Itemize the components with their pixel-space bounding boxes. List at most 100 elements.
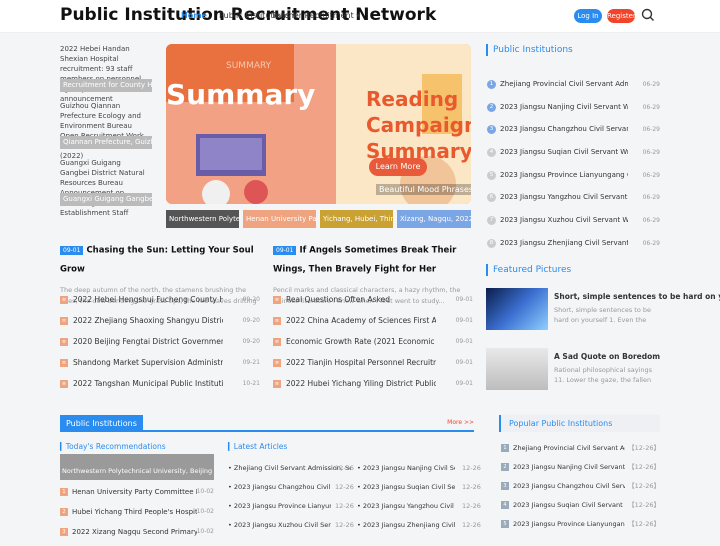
latest-item-date: 12-26 xyxy=(462,502,481,510)
thumbnail-card[interactable]: 2022 Hebei Handan Shexian Hospital recru… xyxy=(60,44,152,103)
picture-card[interactable]: A Sad Quote on Boredom Rational philosop… xyxy=(486,348,660,408)
banner-tab[interactable]: Xizang, Nagqu, 2022 xyxy=(397,210,471,228)
list-item[interactable]: ≡ Economic Growth Rate (2021 Economic Gro… xyxy=(273,335,473,356)
list-item[interactable]: ≡ Shandong Market Supervision Administrat… xyxy=(60,356,260,377)
list-item[interactable]: ≡ 2022 China Academy of Sciences First Af… xyxy=(273,314,473,335)
rank-badge: 2 xyxy=(501,463,509,471)
list-item-title: 2022 Hebei Hengshui Fucheng County Hospi… xyxy=(73,295,223,304)
banner-slogan: Beautiful Mood Phrases, Suitable for Pos… xyxy=(376,184,471,195)
hot-item-date: 【12-26】 xyxy=(628,463,660,471)
hot-item[interactable]: 4 2023 Jiangsu Suqian Civil Servant Exam … xyxy=(499,499,660,519)
list-item[interactable]: ≡ 2022 Hubei Yichang Yiling District Publ… xyxy=(273,377,473,398)
banner-tab[interactable]: Yichang, Hubei, Third People's xyxy=(320,210,393,228)
picture-thumbnail xyxy=(486,348,548,390)
featured-pictures-title: Featured Pictures xyxy=(486,264,660,276)
list-item-title: 2022 Tangshan Municipal Public Instituti… xyxy=(73,379,223,388)
list-item-date: 09-20 xyxy=(242,338,260,345)
article-icon: ≡ xyxy=(60,359,68,367)
sidebar-item-title: 2023 Jiangsu Zhenjiang Civil Servant Wri… xyxy=(500,238,628,247)
list-item[interactable]: 1 Henan University Party Committee Propag… xyxy=(60,486,214,506)
article-title[interactable]: Chasing the Sun: Letting Your Soul Grow xyxy=(60,246,254,275)
more-link[interactable]: More >> xyxy=(447,419,474,426)
hot-item-title: Zhejiang Provincial Civil Servant Admiss… xyxy=(513,444,625,452)
list-item-date: 09-01 xyxy=(455,359,473,366)
list-item-date: 09-01 xyxy=(455,338,473,345)
sidebar-item[interactable]: 2 2023 Jiangsu Nanjing Civil Servant Writ… xyxy=(486,99,660,122)
latest-item-title: 2023 Jiangsu Province Lianyungang Civil … xyxy=(233,502,331,510)
sidebar-item[interactable]: 8 2023 Jiangsu Zhenjiang Civil Servant Wr… xyxy=(486,235,660,258)
thumbnail-caption: Qiannan Prefecture, Guizhou, 2022 xyxy=(60,136,152,149)
register-button[interactable]: Register xyxy=(607,9,636,23)
hot-item-date: 【12-26】 xyxy=(628,501,660,509)
list-item[interactable]: ≡ 2022 Tangshan Municipal Public Institut… xyxy=(60,377,260,398)
latest-item[interactable]: • 2023 Jiangsu Xuzhou Civil Servant Exam… xyxy=(228,519,331,531)
sidebar-item[interactable]: 4 2023 Jiangsu Suqian Civil Servant Writt… xyxy=(486,144,660,167)
hot-item-title: 2023 Jiangsu Changzhou Civil Servant Exa… xyxy=(513,482,625,490)
rank-badge: 1 xyxy=(487,80,496,89)
rank-badge: 3 xyxy=(501,482,509,490)
list-item-title: 2022 Tianjin Hospital Personnel Recruitm… xyxy=(286,358,436,367)
latest-item[interactable]: • 2023 Jiangsu Nanjing Civil Servant Exa… xyxy=(357,462,455,474)
banner-learn-more-button[interactable]: Learn More xyxy=(369,158,427,176)
list-item-title: 2022 Zhejiang Shaoxing Shangyu District … xyxy=(73,316,223,325)
latest-item[interactable]: • 2023 Jiangsu Suqian Civil Servant Exam… xyxy=(357,481,455,493)
login-button[interactable]: Log In xyxy=(574,9,602,23)
picture-desc: Rational philosophical sayings 11. Lower… xyxy=(554,366,652,384)
section-title: Public Institutions xyxy=(60,415,143,432)
sidebar-item[interactable]: 7 2023 Jiangsu Xuzhou Civil Servant Writt… xyxy=(486,212,660,235)
banner-tab[interactable]: Henan University Party Committee Propaga… xyxy=(243,210,316,228)
rank-badge: 6 xyxy=(487,193,496,203)
article-list-right: ≡ Real Questions Often Asked 09-01 ≡ 2022 C… xyxy=(273,293,473,398)
list-item-title: Real Questions Often Asked xyxy=(286,295,390,304)
article-icon: ≡ xyxy=(60,296,68,304)
hot-item[interactable]: 2 2023 Jiangsu Nanjing Civil Servant Exam… xyxy=(499,461,660,481)
picture-card[interactable]: Short, simple sentences to be hard on yo… xyxy=(486,288,720,348)
latest-item[interactable]: • 2023 Jiangsu Changzhou Civil Servant E… xyxy=(228,481,331,493)
sidebar-item[interactable]: 5 2023 Jiangsu Province Lianyungang Civil… xyxy=(486,167,660,190)
sidebar-public-institutions: Public Institutions 1 Zhejiang Provincial… xyxy=(486,44,660,258)
latest-item[interactable]: • 2023 Jiangsu Province Lianyungang Civi… xyxy=(228,500,331,512)
list-item-title: 2020 Beijing Fengtai District Government… xyxy=(73,337,223,346)
hot-item[interactable]: 3 2023 Jiangsu Changzhou Civil Servant Ex… xyxy=(499,480,660,500)
nav-teacher-recruitment[interactable]: Teacher Recruitment ▾ xyxy=(271,11,360,20)
latest-item[interactable]: • Zhejiang Civil Servant Admission, Sele… xyxy=(228,462,351,474)
article-title[interactable]: If Angels Sometimes Break Their Wings, T… xyxy=(273,246,456,275)
latest-item[interactable]: • 2023 Jiangsu Zhenjiang Civil Servant E… xyxy=(357,519,455,531)
sidebar-item-title: 2023 Jiangsu Xuzhou Civil Servant Writte… xyxy=(500,216,628,225)
latest-item-date: 12-26 xyxy=(462,483,481,491)
sidebar-item[interactable]: 6 2023 Jiangsu Yangzhou Civil Servant Wri… xyxy=(486,189,660,212)
list-item[interactable]: ≡ 2020 Beijing Fengtai District Governmen… xyxy=(60,335,260,356)
list-item[interactable]: 2 Hubei Yichang Third People's Hospital R… xyxy=(60,506,214,526)
left-thumbnail-list: 2022 Hebei Handan Shexian Hospital recru… xyxy=(60,44,160,217)
list-item-date: 09-20 xyxy=(242,317,260,324)
hot-item[interactable]: 5 2023 Jiangsu Province Lianyungang Civil… xyxy=(499,518,660,538)
rank-badge: 7 xyxy=(487,216,496,226)
today-thumbnail[interactable]: Northwestern Polytechnical University, B… xyxy=(60,454,214,480)
latest-item[interactable]: • 2023 Jiangsu Yangzhou Civil Servant Ex… xyxy=(357,500,455,512)
hero-banner[interactable]: SUMMARY Summary Reading Campaign Summary… xyxy=(166,44,471,204)
list-item-title: Shandong Market Supervision Administrati… xyxy=(73,358,223,367)
list-item[interactable]: ≡ 2022 Zhejiang Shaoxing Shangyu District… xyxy=(60,314,260,335)
article-list-left: ≡ 2022 Hebei Hengshui Fucheng County Hosp… xyxy=(60,293,260,398)
sidebar-item[interactable]: 1 Zhejiang Provincial Civil Servant Admis… xyxy=(486,76,660,99)
article-icon: ≡ xyxy=(60,380,68,388)
list-item[interactable]: ≡ 2022 Tianjin Hospital Personnel Recruit… xyxy=(273,356,473,377)
list-item[interactable]: ≡ 2022 Hebei Hengshui Fucheng County Hosp… xyxy=(60,293,260,314)
thumbnail-card[interactable]: Guizhou Qiannan Prefecture Ecology and E… xyxy=(60,101,152,160)
rank-badge: 2 xyxy=(487,102,496,112)
list-item[interactable]: 3 2022 Xizang Nagqu Second Primary School… xyxy=(60,526,214,546)
banner-tab[interactable]: Northwestern Polytechnical University, B… xyxy=(166,210,239,228)
list-item-date: 09-21 xyxy=(242,359,260,366)
hot-item[interactable]: 1 Zhejiang Provincial Civil Servant Admis… xyxy=(499,442,660,462)
nav-home[interactable]: Home xyxy=(181,11,207,20)
sidebar-item-title: 2023 Jiangsu Province Lianyungang Civil … xyxy=(500,170,628,179)
sidebar-item-date: 06-29 xyxy=(642,194,660,202)
rank-badge: 1 xyxy=(60,488,68,496)
picture-desc: Short, simple sentences to be hard on yo… xyxy=(554,306,652,324)
search-icon[interactable] xyxy=(641,8,655,22)
sidebar-item[interactable]: 3 2023 Jiangsu Changzhou Civil Servant Wr… xyxy=(486,121,660,144)
latest-item-title: 2023 Jiangsu Nanjing Civil Servant Exam.… xyxy=(362,464,455,472)
list-item[interactable]: ≡ Real Questions Often Asked 09-01 xyxy=(273,293,473,314)
thumbnail-card[interactable]: Guangxi Guigang Gangbei District Natural… xyxy=(60,158,152,217)
thumbnail-caption: Guangxi Guigang Gangbei District Natural… xyxy=(60,193,152,206)
